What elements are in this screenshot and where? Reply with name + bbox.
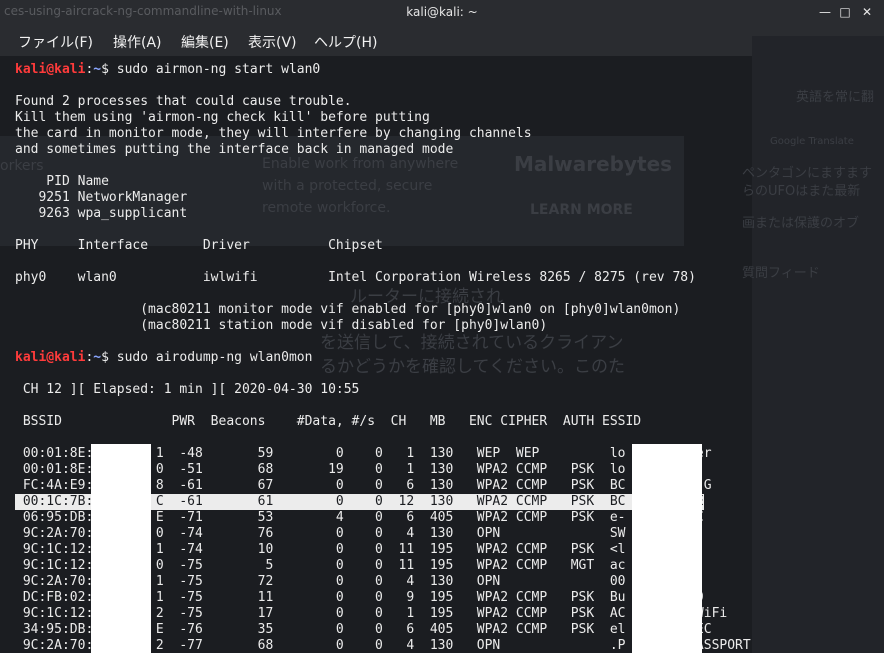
output-line: Found 2 processes that could cause troub… [15, 94, 352, 109]
menu-edit[interactable]: 編集(E) [181, 32, 229, 52]
menu-bar: ファイル(F) 操作(A) 編集(E) 表示(V) ヘルプ(H) [0, 24, 884, 56]
airodump-header: BSSID PWR Beacons #Data, #/s CH MB ENC C… [15, 414, 642, 429]
essid-redaction-mask [632, 444, 702, 653]
prompt-line: kali@kali:~$ sudo airmon-ng start wlan0 [15, 62, 320, 78]
process-row: 9251 NetworkManager [15, 190, 188, 205]
process-row: 9263 wpa_supplicant [15, 206, 188, 221]
iface-row: phy0 wlan0 iwlwifi Intel Corporation Wir… [15, 270, 696, 285]
prompt-symbol: $ [101, 350, 109, 365]
maximize-icon[interactable]: □ [836, 3, 854, 21]
monitor-note: (mac80211 station mode vif disabled for … [15, 318, 548, 333]
prompt-line: kali@kali:~$ sudo airodump-ng wlan0mon [15, 350, 312, 366]
output-line: and sometimes putting the interface back… [15, 142, 454, 157]
terminal-output[interactable]: kali@kali:~$ sudo airmon-ng start wlan0 … [0, 56, 884, 653]
menu-action[interactable]: 操作(A) [113, 32, 162, 52]
terminal-window: ces-using-aircrack-ng-commandline-with-l… [0, 0, 884, 653]
process-header: PID Name [15, 174, 109, 189]
airodump-status: CH 12 ][ Elapsed: 1 min ][ 2020-04-30 10… [15, 382, 360, 397]
output-line: Kill them using 'airmon-ng check kill' b… [15, 110, 430, 125]
prompt-path: ~ [93, 62, 102, 77]
monitor-note: (mac80211 monitor mode vif enabled for [… [15, 302, 681, 317]
command-text: sudo airmon-ng start wlan0 [116, 62, 321, 77]
title-bar[interactable]: ces-using-aircrack-ng-commandline-with-l… [0, 0, 884, 24]
prompt-user: kali@kali [15, 62, 86, 77]
minimize-icon[interactable]: — [816, 3, 834, 21]
prompt-symbol: $ [101, 62, 109, 77]
bssid-redaction-mask [91, 444, 151, 653]
iface-header: PHY Interface Driver Chipset [15, 238, 383, 253]
menu-help[interactable]: ヘルプ(H) [314, 32, 377, 52]
command-text: sudo airodump-ng wlan0mon [116, 350, 313, 365]
close-icon[interactable]: ✕ [858, 3, 876, 21]
menu-file[interactable]: ファイル(F) [18, 32, 93, 52]
menu-view[interactable]: 表示(V) [248, 32, 297, 52]
window-title: kali@kali: ~ [406, 5, 478, 19]
output-line: the card in monitor mode, they will inte… [15, 126, 532, 141]
prompt-path: ~ [93, 350, 102, 365]
prompt-user: kali@kali [15, 350, 86, 365]
